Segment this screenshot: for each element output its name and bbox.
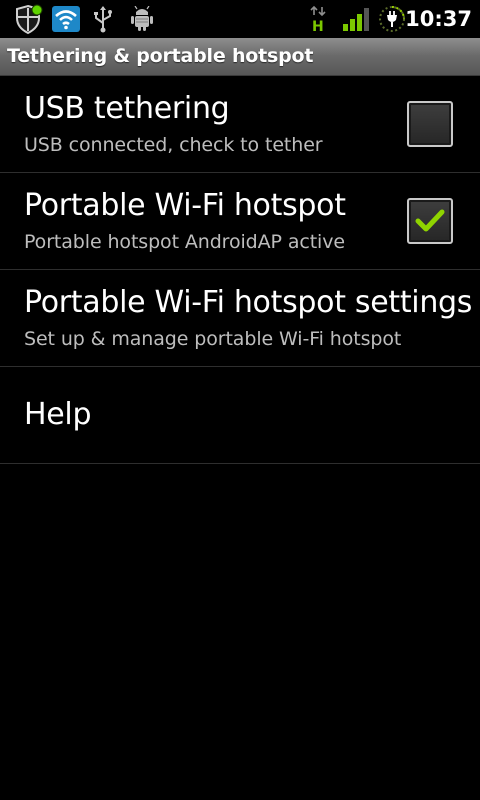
battery-charging-icon (377, 0, 407, 38)
setting-usb-tethering[interactable]: USB tethering USB connected, check to te… (0, 76, 480, 173)
setting-portable-hotspot[interactable]: Portable Wi-Fi hotspot Portable hotspot … (0, 173, 480, 270)
usb-icon (92, 0, 114, 38)
setting-title: Help (24, 397, 92, 432)
setting-title: Portable Wi-Fi hotspot settings (24, 285, 473, 320)
shield-icon (14, 0, 44, 38)
wifi-icon (52, 0, 80, 38)
settings-list: USB tethering USB connected, check to te… (0, 76, 480, 464)
signal-strength-icon (342, 0, 372, 38)
usb-tethering-checkbox[interactable] (407, 101, 453, 147)
setting-help[interactable]: Help (0, 367, 480, 464)
status-bar: H 10:37 (0, 0, 480, 38)
android-debug-icon (130, 0, 154, 38)
network-type-label: H (312, 19, 324, 33)
checkmark-icon (415, 209, 445, 232)
clock: 10:37 (405, 7, 472, 31)
setting-title: Portable Wi-Fi hotspot (24, 188, 346, 223)
hspa-data-icon: H (308, 0, 332, 38)
setting-hotspot-settings[interactable]: Portable Wi-Fi hotspot settings Set up &… (0, 270, 480, 367)
portable-hotspot-checkbox[interactable] (407, 198, 453, 244)
title-bar: Tethering & portable hotspot (0, 38, 480, 76)
setting-title: USB tethering (24, 91, 230, 126)
setting-summary: Portable hotspot AndroidAP active (24, 231, 345, 253)
setting-summary: USB connected, check to tether (24, 134, 323, 156)
page-title: Tethering & portable hotspot (7, 45, 314, 67)
setting-summary: Set up & manage portable Wi-Fi hotspot (24, 328, 402, 350)
